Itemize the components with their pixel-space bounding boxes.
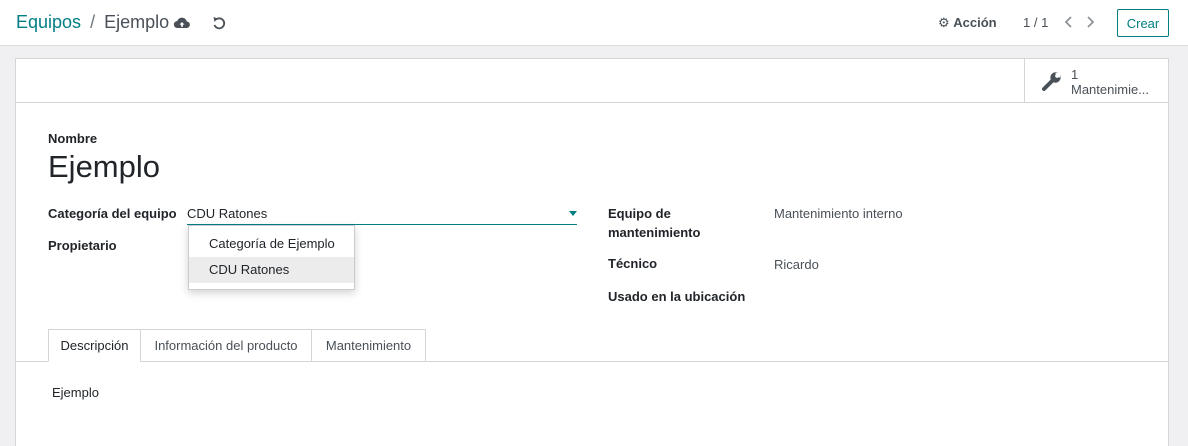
smart-button-label: Mantenimie... <box>1071 82 1150 97</box>
breadcrumb-parent[interactable]: Equipos <box>16 12 81 32</box>
dropdown-option[interactable]: Categoría de Ejemplo <box>189 231 354 257</box>
category-input[interactable]: CDU Ratones <box>187 204 577 225</box>
caret-down-icon[interactable] <box>569 211 577 216</box>
wrench-icon <box>1041 70 1063 92</box>
breadcrumb-separator: / <box>90 12 96 32</box>
category-dropdown: Categoría de Ejemplo CDU Ratones <box>188 225 355 290</box>
form-sheet: 1 Mantenimie... Nombre Ejemplo Categoría… <box>15 58 1169 446</box>
create-button[interactable]: Crear <box>1117 9 1169 37</box>
control-panel: Equipos / Ejemplo ⚙ Acción 1 / 1 Crear <box>0 0 1188 46</box>
cloud-upload-icon[interactable] <box>173 14 191 32</box>
team-label-line1: Equipo de <box>608 206 671 221</box>
button-box: 1 Mantenimie... <box>16 59 1168 103</box>
team-value[interactable]: Mantenimiento interno <box>774 206 903 221</box>
accion-button[interactable]: ⚙ Acción <box>938 15 997 31</box>
category-label: Categoría del equipo <box>48 206 177 221</box>
dropdown-option[interactable]: CDU Ratones <box>189 257 354 283</box>
smart-button-count: 1 <box>1071 67 1079 82</box>
maintenance-smart-button[interactable]: 1 Mantenimie... <box>1024 59 1168 103</box>
gear-icon: ⚙ <box>938 15 950 30</box>
chevron-left-icon[interactable] <box>1062 14 1076 30</box>
name-value[interactable]: Ejemplo <box>48 149 160 185</box>
technician-label: Técnico <box>608 256 658 271</box>
tab-mantenimiento[interactable]: Mantenimiento <box>311 329 426 362</box>
breadcrumb-current: Ejemplo <box>104 12 170 32</box>
name-label: Nombre <box>48 131 98 146</box>
team-label: Equipo de mantenimiento <box>608 204 700 242</box>
description-text[interactable]: Ejemplo <box>52 385 99 400</box>
technician-value[interactable]: Ricardo <box>774 257 819 272</box>
owner-label: Propietario <box>48 238 117 253</box>
location-label: Usado en la ubicación <box>608 289 746 304</box>
undo-icon[interactable] <box>210 14 228 32</box>
category-value: CDU Ratones <box>187 206 268 221</box>
accion-label: Acción <box>953 15 997 30</box>
chevron-right-icon[interactable] <box>1083 14 1097 30</box>
team-label-line2: mantenimiento <box>608 225 701 240</box>
tab-descripcion[interactable]: Descripción <box>48 329 141 362</box>
tab-informacion-producto[interactable]: Información del producto <box>140 329 312 362</box>
breadcrumb: Equipos / Ejemplo <box>16 12 169 33</box>
pager-value[interactable]: 1 / 1 <box>1023 15 1048 30</box>
